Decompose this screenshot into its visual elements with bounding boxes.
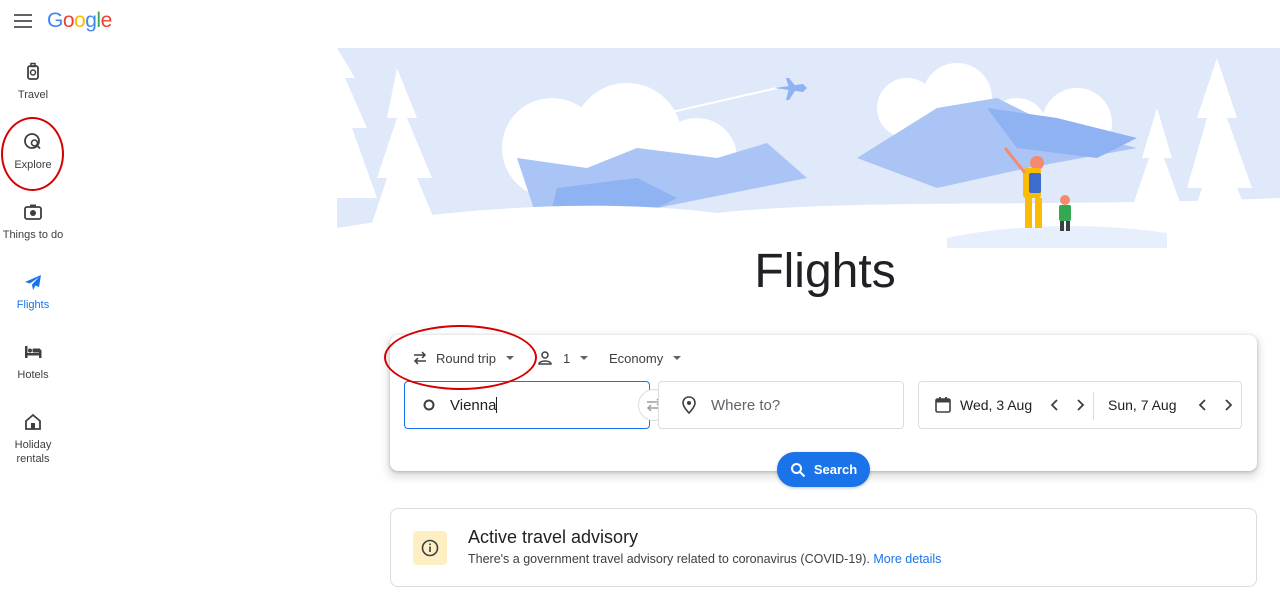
person-icon	[538, 351, 552, 365]
camera-icon	[24, 204, 42, 220]
hero-illustration	[337, 48, 1280, 248]
origin-circle-icon	[423, 399, 435, 411]
sidebar-item-label: Explore	[14, 159, 52, 171]
info-icon	[421, 539, 439, 557]
origin-value: Vienna	[450, 397, 498, 414]
sidebar-item-label: Holiday rentals	[14, 439, 52, 465]
return-date[interactable]: Sun, 7 Aug	[1108, 397, 1177, 413]
advisory-title: Active travel advisory	[468, 527, 639, 547]
origin-input[interactable]: Vienna	[404, 381, 650, 429]
explore-icon	[24, 133, 41, 150]
advisory-icon-container	[413, 531, 447, 565]
trip-type-dropdown[interactable]: Round trip	[412, 347, 514, 369]
sidebar-item-label: Things to do	[2, 229, 64, 241]
advisory-text: There's a government travel advisory rel…	[468, 552, 942, 566]
sidebar-item-holiday-rentals[interactable]: Holiday rentals	[0, 412, 66, 472]
sidebar-item-things-to-do[interactable]: Things to do	[0, 202, 66, 262]
departure-date[interactable]: Wed, 3 Aug	[960, 397, 1032, 413]
main-menu-icon[interactable]	[14, 14, 32, 28]
date-divider	[1093, 392, 1094, 420]
previous-date-icon[interactable]	[1196, 398, 1210, 412]
sidebar-item-flights[interactable]: Flights	[0, 272, 66, 332]
sidebar-item-label: Hotels	[17, 369, 49, 381]
sidebar-item-label: Flights	[16, 299, 50, 311]
chevron-down-icon	[505, 356, 514, 360]
sidebar-item-travel[interactable]: Travel	[0, 62, 66, 122]
passengers-dropdown[interactable]: 1	[537, 347, 589, 369]
page-title: Flights	[754, 245, 896, 298]
hotel-bed-icon	[25, 346, 42, 358]
previous-date-icon[interactable]	[1048, 398, 1062, 412]
date-range-picker: Wed, 3 Aug Sun, 7 Aug	[918, 381, 1242, 429]
search-button-label: Search	[813, 462, 858, 477]
location-pin-icon	[682, 396, 696, 414]
search-button[interactable]: Search	[777, 452, 870, 487]
passengers-count: 1	[563, 350, 571, 366]
sidebar-item-label: Travel	[17, 89, 49, 101]
cabin-class-label: Economy	[609, 350, 664, 366]
house-icon	[25, 413, 41, 430]
search-icon	[790, 462, 806, 477]
chevron-down-icon	[673, 356, 682, 360]
travel-advisory-card: Active travel advisory There's a governm…	[390, 508, 1257, 587]
next-date-icon[interactable]	[1073, 398, 1087, 412]
chevron-down-icon	[580, 356, 589, 360]
trip-type-label: Round trip	[436, 350, 496, 366]
sidebar-item-explore[interactable]: Explore	[0, 132, 66, 192]
flight-search-card: Round trip 1 Economy Vienna Where to? We…	[390, 335, 1257, 487]
destination-input[interactable]: Where to?	[658, 381, 904, 429]
flight-icon	[25, 275, 41, 290]
google-logo[interactable]: Google	[47, 9, 112, 33]
calendar-icon	[935, 397, 951, 413]
top-bar: Google	[0, 0, 1280, 44]
more-details-link[interactable]: More details	[873, 552, 941, 566]
luggage-icon	[27, 62, 39, 80]
destination-placeholder: Where to?	[711, 397, 781, 414]
sidebar-item-hotels[interactable]: Hotels	[0, 342, 66, 402]
next-date-icon[interactable]	[1221, 398, 1235, 412]
mountain-landscape-illustration	[337, 48, 1280, 248]
swap-arrows-icon	[413, 351, 427, 365]
cabin-class-dropdown[interactable]: Economy	[609, 347, 682, 369]
